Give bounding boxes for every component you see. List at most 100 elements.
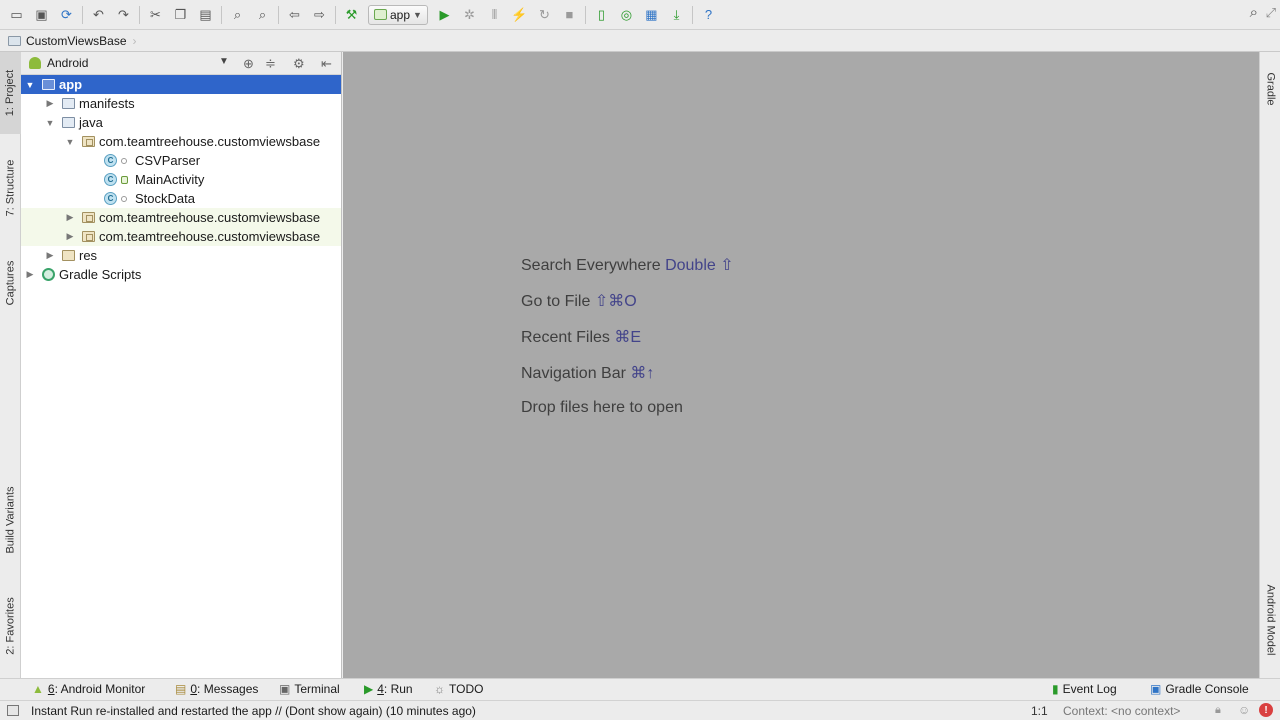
lock-icon[interactable]: 🔒︎ <box>1215 704 1221 717</box>
chevron-down-icon: ▼ <box>413 9 422 20</box>
tree-item-package-main[interactable]: ▼ com.teamtreehouse.customviewsbase <box>21 132 341 151</box>
tab-project[interactable]: 1: Project <box>0 52 21 134</box>
tree-item-gradle-scripts[interactable]: ▶ Gradle Scripts <box>21 265 341 284</box>
project-view-selector[interactable]: Android <box>47 56 88 70</box>
save-icon[interactable]: ▣ <box>29 4 54 26</box>
toolbar-separator <box>82 5 83 24</box>
caret-position[interactable]: 1:1 <box>1031 704 1048 718</box>
tree-item-java[interactable]: ▼ java <box>21 113 341 132</box>
search-everywhere-icon[interactable]: ⌕ <box>1250 4 1258 21</box>
terminal-icon: ▣ <box>279 682 291 696</box>
main-toolbar: ▭ ▣ ⟳ ↶ ↷ ✂ ❐ ▤ ⌕ ⌕ ⇦ ⇨ ⚒ app ▼ ▶ ✲ ⫴ ⚡ … <box>0 0 1280 30</box>
tree-item-label: java <box>79 115 103 130</box>
collapse-all-icon[interactable]: ≑ <box>265 56 276 72</box>
collapse-arrow-icon[interactable]: ▶ <box>64 212 76 223</box>
scroll-from-source-icon[interactable]: ⊕ <box>243 56 254 72</box>
toolbar-separator <box>278 5 279 24</box>
tab-event-log[interactable]: ▮ Event Log <box>1052 682 1117 696</box>
tab-android-model[interactable]: Android Model <box>1260 568 1280 672</box>
debug-icon[interactable]: ✲ <box>457 4 482 26</box>
tab-gradle[interactable]: Gradle <box>1260 56 1280 122</box>
tree-item-label: com.teamtreehouse.customviewsbase <box>99 229 321 244</box>
chevron-down-icon[interactable]: ▼ <box>219 56 229 67</box>
cut-icon[interactable]: ✂ <box>143 4 168 26</box>
tree-item-package-test[interactable]: ▶ com.teamtreehouse.customviewsbase <box>21 227 341 246</box>
breadcrumb-project[interactable]: CustomViewsBase <box>26 34 127 48</box>
tree-item-mainactivity[interactable]: C MainActivity <box>21 170 341 189</box>
tab-todo[interactable]: ☼ TODO <box>434 682 483 696</box>
tab-android-monitor[interactable]: ▲ 6: Android Monitor <box>32 682 145 696</box>
expand-arrow-icon[interactable]: ▼ <box>24 80 36 90</box>
breadcrumb: CustomViewsBase › <box>0 30 1280 52</box>
rerun-icon[interactable]: ↻ <box>532 4 557 26</box>
module-icon <box>42 79 55 90</box>
undo-icon[interactable]: ↶ <box>86 4 111 26</box>
gear-icon[interactable]: ⚙ <box>293 56 305 72</box>
tab-label-text: : Run <box>383 682 413 696</box>
sdk-manager-icon[interactable]: ⤓ <box>664 4 689 26</box>
avd-manager-icon[interactable]: ▯ <box>589 4 614 26</box>
project-structure-icon[interactable]: ▦ <box>639 4 664 26</box>
tab-favorites[interactable]: 2: Favorites <box>0 582 21 670</box>
toolbar-separator <box>139 5 140 24</box>
project-tool-window: Android ▼ ⊕ ≑ ⚙ ⇤ ▼ app ▶ manifests ▼ ja… <box>21 52 342 678</box>
hint-go-to-file: Go to File ⇧⌘O <box>521 291 637 311</box>
bottom-tool-bar: ▲ 6: Android Monitor ▤ 0: Messages ▣ Ter… <box>0 678 1280 700</box>
forward-icon[interactable]: ⇨ <box>307 4 332 26</box>
collapse-arrow-icon[interactable]: ▶ <box>44 98 56 109</box>
run-config-selector[interactable]: app ▼ <box>368 4 428 25</box>
hint-label: Go to File <box>521 293 591 310</box>
collapse-arrow-icon[interactable]: ▶ <box>24 269 36 280</box>
tab-build-variants[interactable]: Build Variants <box>0 472 21 568</box>
hide-panel-icon[interactable]: ⇤ <box>321 56 332 72</box>
open-icon[interactable]: ▭ <box>4 4 29 26</box>
tree-item-manifests[interactable]: ▶ manifests <box>21 94 341 113</box>
tab-captures[interactable]: Captures <box>0 244 21 322</box>
tab-messages[interactable]: ▤ 0: Messages <box>175 682 258 696</box>
gradle-icon <box>42 268 55 281</box>
sync-gradle-icon[interactable]: ◎ <box>614 4 639 26</box>
tab-structure[interactable]: 7: Structure <box>0 144 21 232</box>
expand-arrow-icon[interactable]: ▼ <box>44 118 56 128</box>
tab-gradle-console[interactable]: ▣ Gradle Console <box>1150 682 1249 696</box>
stop-icon[interactable]: ■ <box>557 4 582 26</box>
tab-run[interactable]: ▶ 4: Run <box>364 682 413 696</box>
sync-icon[interactable]: ⟳ <box>54 4 79 26</box>
apply-changes-icon[interactable]: ⚡ <box>507 4 532 26</box>
tree-item-res[interactable]: ▶ res <box>21 246 341 265</box>
left-tool-strip: 1: Project 7: Structure Captures Build V… <box>0 52 21 678</box>
tree-item-app[interactable]: ▼ app <box>21 75 341 94</box>
back-icon[interactable]: ⇦ <box>282 4 307 26</box>
error-badge-icon[interactable]: ! <box>1259 703 1273 717</box>
expand-icon[interactable]: ⤢ <box>1266 5 1276 21</box>
hector-icon[interactable]: ☺ <box>1238 703 1250 717</box>
paste-icon[interactable]: ▤ <box>193 4 218 26</box>
class-icon: C <box>104 173 117 186</box>
tree-item-package-androidtest[interactable]: ▶ com.teamtreehouse.customviewsbase <box>21 208 341 227</box>
attach-debugger-icon[interactable]: ⫴ <box>482 4 507 26</box>
toggle-tool-windows-icon[interactable] <box>7 705 19 716</box>
collapse-arrow-icon[interactable]: ▶ <box>64 231 76 242</box>
replace-icon[interactable]: ⌕ <box>250 4 275 26</box>
tree-item-csvparser[interactable]: C CSVParser <box>21 151 341 170</box>
editor-empty-area[interactable]: Search Everywhere Double ⇧ Go to File ⇧⌘… <box>343 52 1259 678</box>
help-icon[interactable]: ? <box>696 4 721 26</box>
right-tool-strip: Gradle Android Model <box>1259 52 1280 678</box>
status-bar: Instant Run re-installed and restarted t… <box>0 700 1280 720</box>
tree-item-label: res <box>79 248 98 263</box>
redo-icon[interactable]: ↷ <box>111 4 136 26</box>
collapse-arrow-icon[interactable]: ▶ <box>44 250 56 261</box>
find-icon[interactable]: ⌕ <box>225 4 250 26</box>
copy-icon[interactable]: ❐ <box>168 4 193 26</box>
tab-captures-label: Captures <box>4 260 17 306</box>
tab-terminal[interactable]: ▣ Terminal <box>279 682 340 696</box>
tree-item-stockdata[interactable]: C StockData <box>21 189 341 208</box>
tab-project-label: 1: Project <box>4 69 17 117</box>
status-message[interactable]: Instant Run re-installed and restarted t… <box>31 704 476 718</box>
hint-recent-files: Recent Files ⌘E <box>521 327 641 347</box>
run-icon[interactable]: ▶ <box>432 4 457 26</box>
package-icon <box>82 212 95 223</box>
status-context[interactable]: Context: <no context> <box>1063 704 1180 718</box>
make-project-icon[interactable]: ⚒ <box>339 4 364 26</box>
expand-arrow-icon[interactable]: ▼ <box>64 137 76 147</box>
